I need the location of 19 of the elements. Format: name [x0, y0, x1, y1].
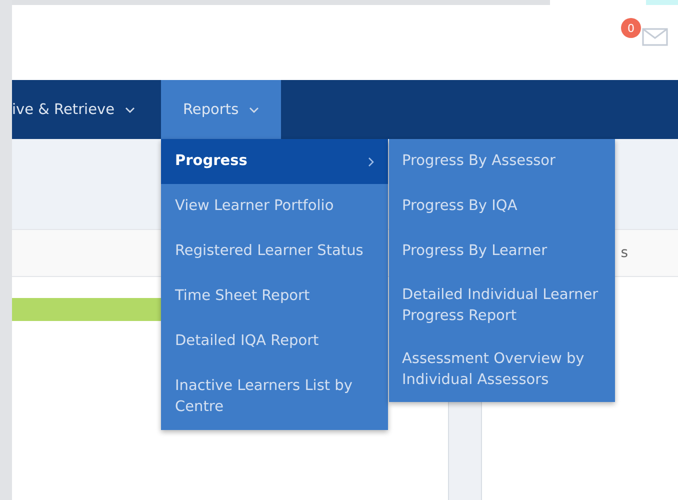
menu-item[interactable]: Progress By Learner	[389, 229, 615, 274]
nav-item[interactable]: ive & Retrieve	[12, 80, 161, 139]
chevron-down-icon	[124, 106, 134, 112]
menu-item[interactable]: Assessment Overview by Individual Assessors	[389, 338, 615, 402]
chevron-down-icon	[248, 106, 259, 112]
nav-item[interactable]: Reports	[161, 80, 281, 139]
envelope-icon[interactable]	[642, 28, 668, 46]
menu-item[interactable]: Progress By Assessor	[389, 139, 615, 184]
menu-item[interactable]: Detailed Individual Learner Progress Report	[389, 274, 615, 338]
chevron-right-icon	[368, 156, 374, 166]
menu-item[interactable]: Registered Learner Status	[161, 229, 388, 274]
column-header: s	[620, 245, 628, 261]
menu-item[interactable]: Time Sheet Report	[161, 274, 388, 319]
menu-item[interactable]: Detailed IQA Report	[161, 319, 388, 364]
menu-item[interactable]: View Learner Portfolio	[161, 184, 388, 229]
menu-item[interactable]: Inactive Learners List by Centre	[161, 364, 388, 430]
notification-badge: 0	[621, 18, 641, 38]
menu-item[interactable]: Progress	[161, 139, 388, 184]
menu-item[interactable]: Progress By IQA	[389, 184, 615, 229]
